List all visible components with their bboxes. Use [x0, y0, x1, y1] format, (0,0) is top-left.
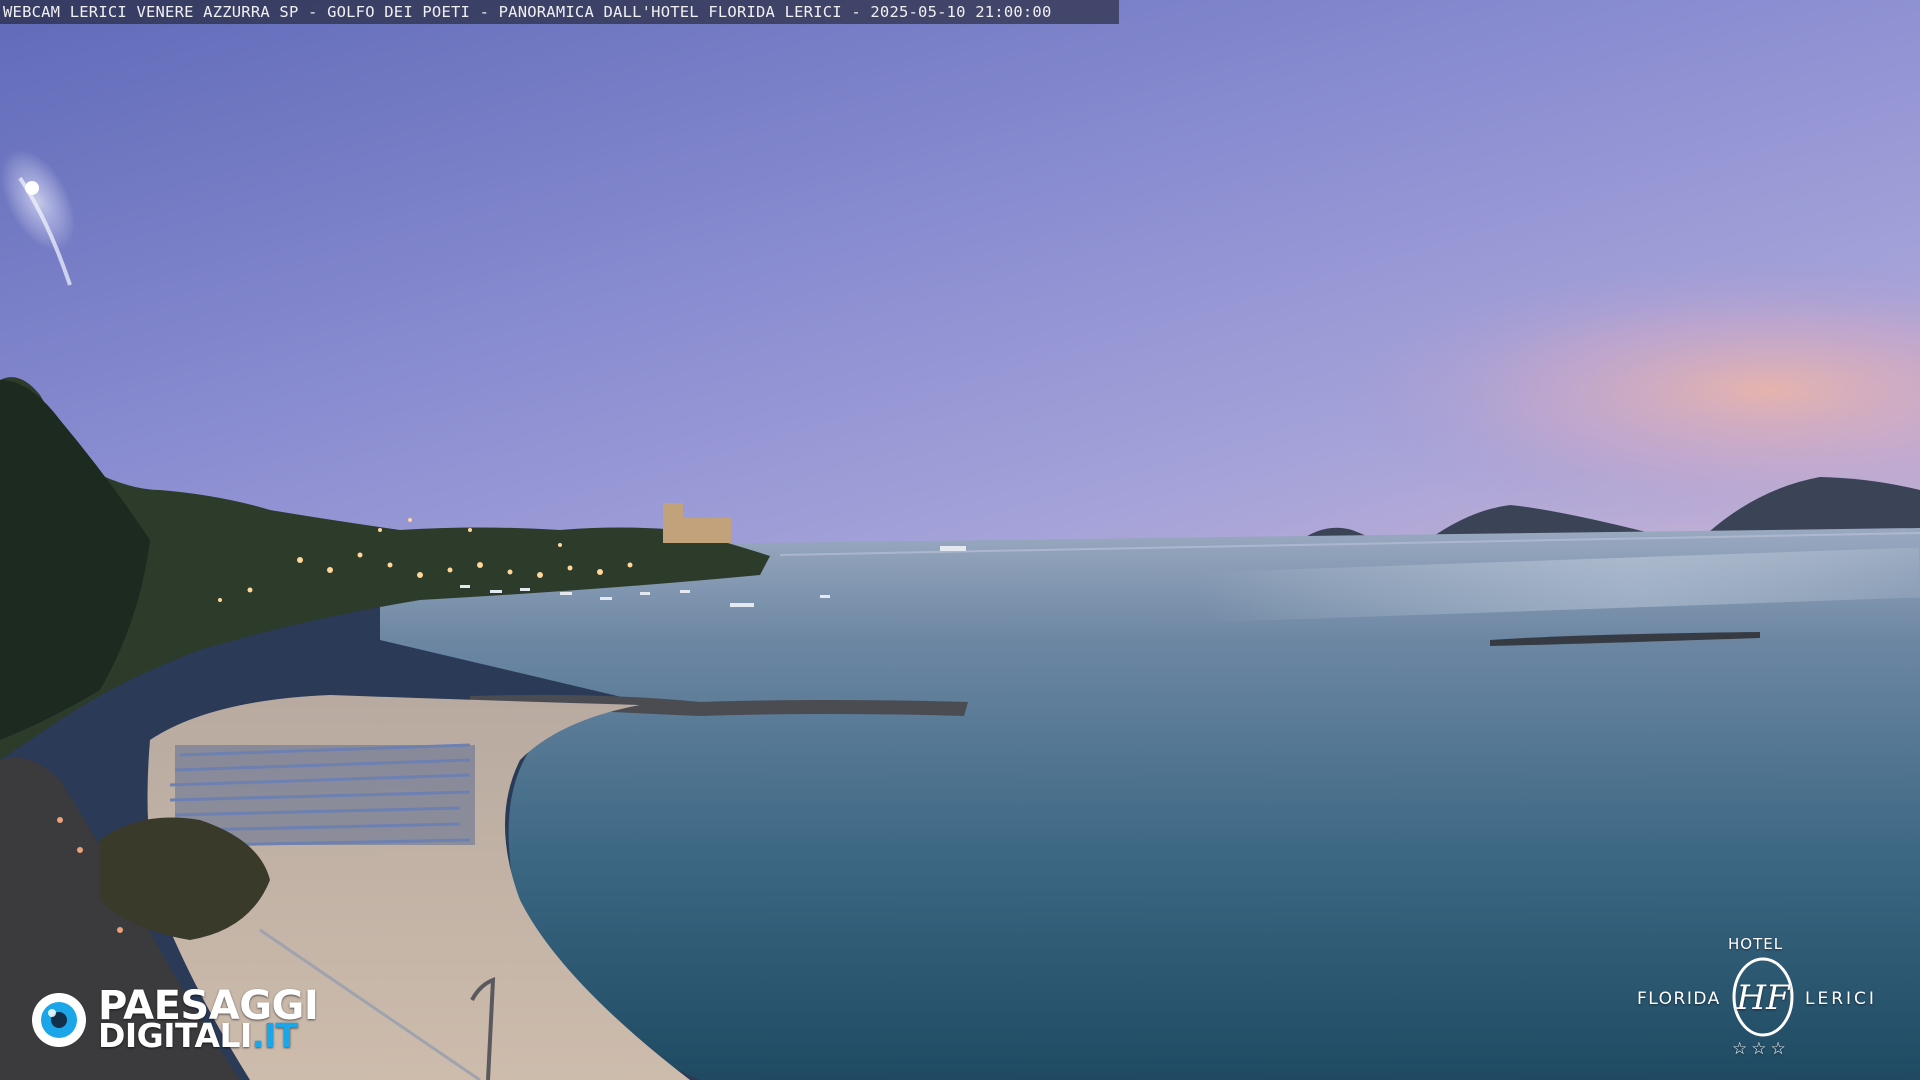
webcam-panorama-image: [0, 0, 1920, 1080]
hotel-stars: ☆☆☆: [1732, 1039, 1790, 1059]
lerici-label: LERICI: [1805, 989, 1877, 1009]
hotel-florida-lerici-logo: HOTEL FLORIDA HF LERICI ☆☆☆: [1630, 935, 1900, 1065]
svg-text:HF: HF: [1735, 978, 1791, 1018]
hf-monogram-icon: HF: [1732, 957, 1794, 1037]
florida-label: FLORIDA: [1637, 989, 1721, 1009]
timestamp-caption: WEBCAM LERICI VENERE AZZURRA SP - GOLFO …: [0, 0, 1119, 24]
eye-icon: [32, 993, 86, 1047]
paesaggi-digitali-logo: PAESAGGI DIGITALI.IT: [30, 985, 350, 1055]
digitali-text: DIGITALI.IT: [98, 1016, 298, 1055]
hotel-label: HOTEL: [1728, 935, 1784, 953]
